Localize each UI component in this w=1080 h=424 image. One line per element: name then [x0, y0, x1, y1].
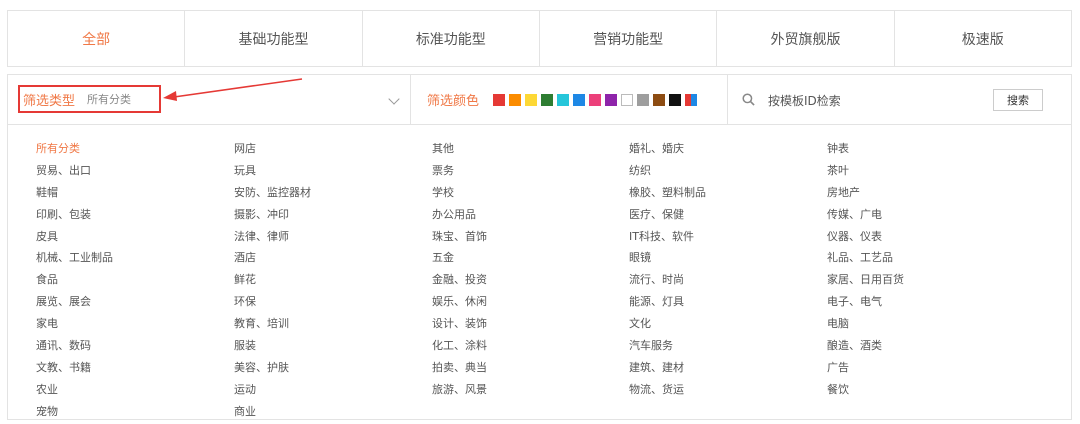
color-swatch-pink[interactable] [589, 93, 602, 106]
category-column: 所有分类 贸易、出口 鞋帽 印刷、包装 皮具 机械、工业制品 食品 展览、展会 家电 通讯、数码文… [36, 138, 113, 423]
category-option[interactable]: 票务 [432, 160, 487, 182]
color-swatch-blue[interactable] [573, 93, 586, 106]
color-swatch-brown[interactable] [653, 93, 666, 106]
color-swatch-orange[interactable] [509, 93, 522, 106]
search-icon [742, 93, 755, 106]
template-search: 搜索 [728, 75, 1071, 124]
category-option[interactable]: 运动 [234, 379, 311, 401]
category-option[interactable]: 家居、日用百货 [827, 269, 904, 291]
category-option[interactable]: 鲜花 [234, 269, 311, 291]
category-option[interactable]: 五金 [432, 247, 487, 269]
category-option[interactable]: 化工、涂料 [432, 335, 487, 357]
category-option[interactable]: 贸易、出口 [36, 160, 113, 182]
category-option[interactable]: 安防、监控器材 [234, 182, 311, 204]
color-filter-label: 筛选颜色 [427, 94, 480, 109]
category-option[interactable]: 房地产 [827, 182, 904, 204]
category-option[interactable]: 酒店 [234, 247, 311, 269]
category-option[interactable]: 物流、货运 [629, 379, 706, 401]
category-column: 其他 票务 学校 办公用品 珠宝、首饰 五金 金融、投资 娱乐、休闲 设计、装饰 化工、涂料 拍卖、… [432, 138, 487, 401]
category-option[interactable]: 婚礼、婚庆 [629, 138, 706, 160]
category-option[interactable]: 服装 [234, 335, 311, 357]
type-filter-value: 所有分类 [87, 93, 132, 106]
category-option[interactable]: 机械、工业制品 [36, 247, 113, 269]
category-option[interactable]: 教育、培训 [234, 313, 311, 335]
color-swatch-cyan[interactable] [557, 93, 570, 106]
category-option[interactable]: 电子、电气 [827, 291, 904, 313]
chevron-down-icon[interactable] [388, 93, 400, 105]
category-option[interactable]: 文教、书籍 [36, 357, 113, 379]
category-option[interactable]: 宠物 [36, 401, 113, 423]
category-option[interactable]: 广告 [827, 357, 904, 379]
color-filter: 筛选颜色 [411, 75, 728, 124]
category-option[interactable]: 所有分类 [36, 138, 113, 160]
category-column: 网店 玩具 安防、监控器材 摄影、冲印 法律、律师 酒店 鲜花 环保 教育、培训 服装 美容、护肤运… [234, 138, 311, 423]
category-option[interactable]: 摄影、冲印 [234, 204, 311, 226]
category-option[interactable]: 展览、展会 [36, 291, 113, 313]
color-swatch-gray[interactable] [637, 93, 650, 106]
category-option[interactable]: 农业 [36, 379, 113, 401]
tab-marketing[interactable]: 营销功能型 [540, 11, 718, 66]
tab-all[interactable]: 全部 [8, 11, 186, 66]
category-option[interactable]: 办公用品 [432, 204, 487, 226]
category-option[interactable]: 文化 [629, 313, 706, 335]
category-option[interactable]: 拍卖、典当 [432, 357, 487, 379]
category-column: 钟表 茶叶 房地产 传媒、广电 仪器、仪表 礼品、工艺品 家居、日用百货 电子、电气 电脑 酿造、… [827, 138, 904, 401]
type-filter-label: 筛选类型 [23, 93, 76, 109]
category-option[interactable]: 网店 [234, 138, 311, 160]
category-option[interactable]: 其他 [432, 138, 487, 160]
category-option[interactable]: 通讯、数码 [36, 335, 113, 357]
category-option[interactable]: 商业 [234, 401, 311, 423]
type-filter-highlight[interactable]: 筛选类型 所有分类 [18, 85, 161, 113]
category-option[interactable]: 学校 [432, 182, 487, 204]
search-button[interactable]: 搜索 [993, 89, 1043, 111]
category-column: 婚礼、婚庆 纺织 橡胶、塑料制品 医疗、保健 IT科技、软件 眼镜 流行、时尚 能源、灯具 文化… [629, 138, 706, 401]
category-option[interactable]: 汽车服务 [629, 335, 706, 357]
category-option[interactable]: 能源、灯具 [629, 291, 706, 313]
annotation-arrow [163, 78, 303, 101]
category-option[interactable]: 金融、投资 [432, 269, 487, 291]
category-option[interactable]: 礼品、工艺品 [827, 247, 904, 269]
category-option[interactable]: 娱乐、休闲 [432, 291, 487, 313]
category-option[interactable]: 家电 [36, 313, 113, 335]
category-option[interactable]: 法律、律师 [234, 226, 311, 248]
category-option[interactable]: 医疗、保健 [629, 204, 706, 226]
category-option[interactable]: 珠宝、首饰 [432, 226, 487, 248]
tab-express[interactable]: 极速版 [895, 11, 1071, 66]
category-option[interactable]: 茶叶 [827, 160, 904, 182]
template-id-search-input[interactable] [766, 89, 970, 113]
category-option[interactable]: 传媒、广电 [827, 204, 904, 226]
category-option[interactable]: 餐饮 [827, 379, 904, 401]
category-option[interactable]: 皮具 [36, 226, 113, 248]
category-option[interactable]: 钟表 [827, 138, 904, 160]
category-option[interactable]: 鞋帽 [36, 182, 113, 204]
category-option[interactable]: 食品 [36, 269, 113, 291]
category-option[interactable]: 橡胶、塑料制品 [629, 182, 706, 204]
category-dropdown: 所有分类 贸易、出口 鞋帽 印刷、包装 皮具 机械、工业制品 食品 展览、展会 家电 通讯、数码文… [7, 124, 1072, 420]
category-option[interactable]: 眼镜 [629, 247, 706, 269]
tab-foreign-trade[interactable]: 外贸旗舰版 [717, 11, 895, 66]
category-option[interactable]: 印刷、包装 [36, 204, 113, 226]
category-option[interactable]: 电脑 [827, 313, 904, 335]
category-option[interactable]: 设计、装饰 [432, 313, 487, 335]
category-option[interactable]: IT科技、软件 [629, 226, 706, 248]
category-option[interactable]: 环保 [234, 291, 311, 313]
category-option[interactable]: 流行、时尚 [629, 269, 706, 291]
color-swatch-black[interactable] [669, 93, 682, 106]
color-swatch-white[interactable] [621, 93, 634, 106]
color-swatch-yellow[interactable] [525, 93, 538, 106]
color-swatch-multicolor[interactable] [685, 93, 698, 106]
category-option[interactable]: 玩具 [234, 160, 311, 182]
category-option[interactable]: 酿造、酒类 [827, 335, 904, 357]
color-swatch-purple[interactable] [605, 93, 618, 106]
color-swatch-red[interactable] [493, 93, 506, 106]
tab-standard[interactable]: 标准功能型 [363, 11, 540, 66]
template-tabs: 全部 基础功能型 标准功能型 营销功能型 外贸旗舰版 极速版 [7, 10, 1072, 67]
color-swatch-green[interactable] [541, 93, 554, 106]
category-option[interactable]: 旅游、风景 [432, 379, 487, 401]
category-option[interactable]: 美容、护肤 [234, 357, 311, 379]
category-option[interactable]: 仪器、仪表 [827, 226, 904, 248]
category-option[interactable]: 纺织 [629, 160, 706, 182]
tab-basic[interactable]: 基础功能型 [185, 11, 363, 66]
category-option[interactable]: 建筑、建材 [629, 357, 706, 379]
